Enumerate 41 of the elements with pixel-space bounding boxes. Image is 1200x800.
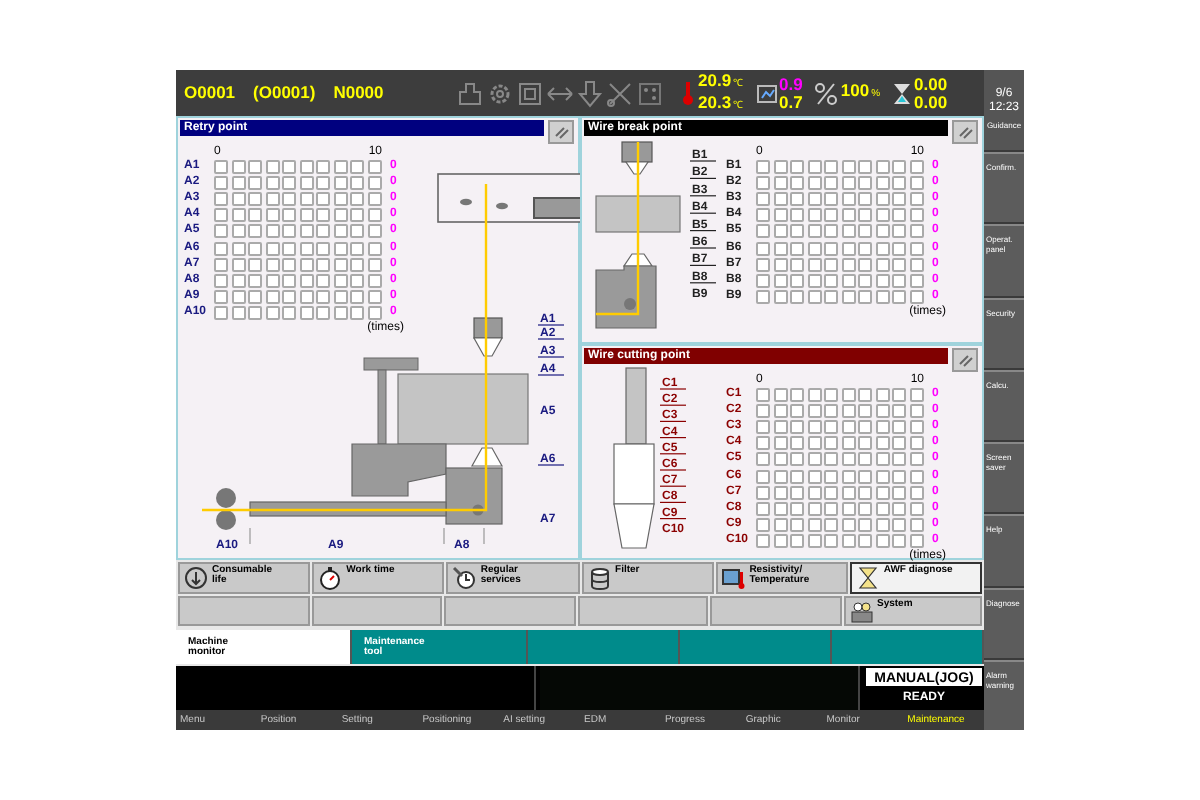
square-icon	[516, 79, 544, 107]
stopwatch-icon	[318, 566, 343, 590]
blank-tab[interactable]	[528, 630, 680, 664]
hourglass-icon	[855, 566, 880, 590]
reading-value: 20.3	[698, 93, 732, 111]
cylinder-icon	[587, 566, 612, 590]
hourglass-icon	[892, 81, 913, 105]
slash-icon	[957, 124, 973, 140]
blank-button[interactable]	[444, 596, 575, 626]
edit-button[interactable]	[952, 348, 978, 372]
gear-icon	[486, 79, 514, 107]
percent-icon	[814, 81, 839, 105]
blank-button[interactable]	[178, 596, 309, 626]
blank-tab[interactable]	[832, 630, 984, 664]
gauge-icon	[755, 81, 778, 105]
reading-value: 0.00	[914, 75, 948, 93]
sequence-number: N0000	[333, 80, 384, 106]
dots-icon	[636, 79, 664, 107]
blank-button[interactable]	[311, 596, 442, 626]
reading-value: 100	[840, 82, 870, 100]
reading-value: 0.7	[779, 93, 803, 111]
outline-shape-icon	[456, 79, 484, 107]
scissors-icon	[606, 79, 634, 107]
download-circle-icon	[184, 566, 208, 590]
blank-button[interactable]	[710, 596, 841, 626]
meter-thermometer-icon	[721, 566, 746, 590]
people-icon	[849, 600, 873, 624]
slash-icon	[553, 124, 569, 140]
program-number: O0001	[184, 80, 236, 106]
slash-icon	[957, 352, 973, 368]
reading-value: 20.9	[698, 71, 732, 89]
down-arrow-icon	[576, 79, 604, 107]
clock-wrench-icon	[452, 566, 477, 590]
reading-value: 0.9	[779, 75, 803, 93]
edit-button[interactable]	[952, 120, 978, 144]
program-number: (O0001)	[253, 80, 316, 106]
blank-button[interactable]	[577, 596, 708, 626]
thermometer-icon	[680, 80, 696, 106]
edit-button[interactable]	[548, 120, 574, 144]
blank-tab[interactable]	[680, 630, 832, 664]
reading-value: 0.00	[914, 93, 948, 111]
